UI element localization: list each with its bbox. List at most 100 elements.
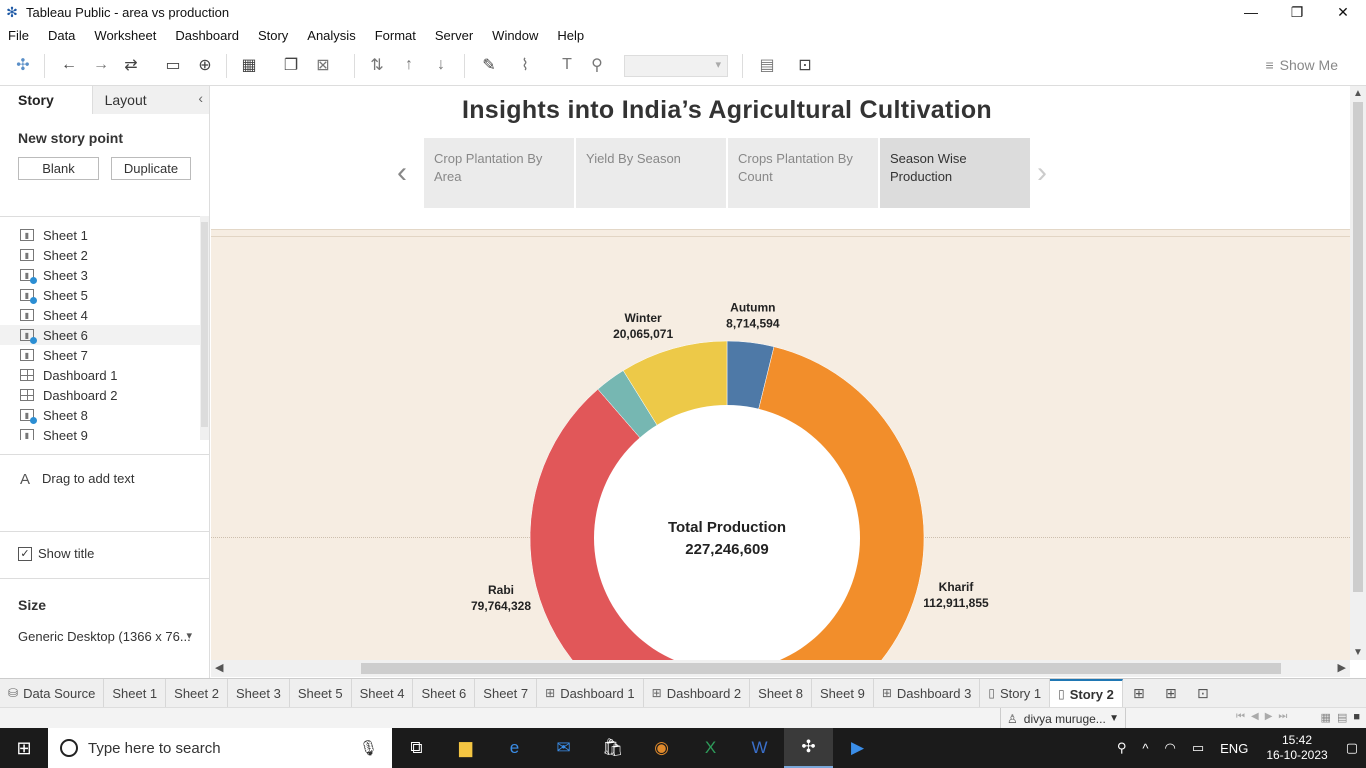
new-data-source-icon[interactable]: ⊕: [194, 54, 216, 76]
maximize-button[interactable]: ❐: [1274, 0, 1320, 24]
tab-story[interactable]: Story: [0, 86, 92, 114]
sheet-list-item[interactable]: ▮ Sheet 9: [0, 425, 200, 440]
new-dashboard-tab-icon[interactable]: ⊞: [1155, 679, 1187, 708]
menu-window[interactable]: Window: [492, 28, 538, 43]
menu-story[interactable]: Story: [258, 28, 288, 43]
fix-axes-icon[interactable]: ⚲: [586, 54, 608, 76]
sort-descending-icon[interactable]: ↓: [430, 54, 452, 76]
previous-story-point-arrow[interactable]: ‹: [397, 156, 407, 190]
story-point-1[interactable]: Crop Plantation By Area: [424, 138, 574, 208]
sheet-list-item[interactable]: ▮ Sheet 7: [0, 345, 200, 365]
sheet-tab[interactable]: Sheet 5: [290, 678, 352, 708]
menu-format[interactable]: Format: [375, 28, 416, 43]
menu-data[interactable]: Data: [48, 28, 75, 43]
sheet-list-item[interactable]: Dashboard 1: [0, 365, 200, 385]
sheet-tab[interactable]: Sheet 9: [812, 678, 874, 708]
edge-browser-icon[interactable]: e: [490, 728, 539, 768]
sheet-tab[interactable]: ▯ Story 2: [1050, 678, 1123, 708]
show-hidden-icons-icon[interactable]: ^: [1142, 741, 1148, 756]
sheet-list-item[interactable]: ▮ Sheet 4: [0, 305, 200, 325]
tableau-home-icon[interactable]: ✣: [12, 54, 34, 76]
new-worksheet-icon[interactable]: ▦: [238, 54, 260, 76]
tab-layout[interactable]: Layout: [91, 86, 209, 114]
menu-server[interactable]: Server: [435, 28, 473, 43]
highlight-icon[interactable]: ✎: [478, 54, 500, 76]
people-icon[interactable]: ⚲: [1117, 740, 1127, 756]
sort-ascending-icon[interactable]: ↑: [398, 54, 420, 76]
view-mode-icons[interactable]: ▦ ▤ ■: [1321, 711, 1360, 724]
story-point-2[interactable]: Yield By Season: [576, 138, 726, 208]
close-button[interactable]: ✕: [1320, 0, 1366, 24]
scroll-left-icon[interactable]: ◀: [215, 661, 223, 674]
sheet-tab[interactable]: ⊞ Dashboard 2: [644, 678, 751, 708]
duplicate-sheet-icon[interactable]: ❐: [280, 54, 302, 76]
undo-icon[interactable]: ←: [58, 54, 80, 76]
file-explorer-icon[interactable]: ▆: [441, 728, 490, 768]
show-cards-icon[interactable]: ▤: [756, 54, 778, 76]
grid-view-icon[interactable]: ▦: [1321, 711, 1331, 724]
battery-icon[interactable]: ▭: [1192, 740, 1204, 756]
sheet-tab[interactable]: Sheet 4: [352, 678, 414, 708]
show-title-checkbox[interactable]: ✓ Show title: [18, 546, 94, 561]
menu-worksheet[interactable]: Worksheet: [94, 28, 156, 43]
user-account-menu[interactable]: ♙ divya muruge... ▼: [1000, 708, 1126, 729]
scroll-up-icon[interactable]: ▲: [1353, 88, 1363, 99]
sheet-list-scrollbar[interactable]: [200, 216, 209, 440]
language-indicator[interactable]: ENG: [1220, 741, 1248, 756]
sheet-list-item[interactable]: ▮ Sheet 1: [0, 225, 200, 245]
menu-help[interactable]: Help: [557, 28, 584, 43]
sheet-tab[interactable]: Sheet 8: [750, 678, 812, 708]
size-dropdown[interactable]: Generic Desktop (1366 x 76...: [18, 629, 192, 644]
swap-icon[interactable]: ⇅: [366, 54, 388, 76]
windows-start-icon[interactable]: ⊞: [0, 728, 48, 768]
sheet-tab[interactable]: ▯ Story 1: [980, 678, 1051, 708]
new-story-tab-icon[interactable]: ⊡: [1187, 679, 1219, 708]
new-worksheet-tab-icon[interactable]: ⊞: [1123, 679, 1155, 708]
drag-to-add-text[interactable]: A Drag to add text: [0, 454, 209, 532]
sheet-tab[interactable]: Sheet 2: [166, 678, 228, 708]
sheet-list-item[interactable]: ▮ Sheet 3: [0, 265, 200, 285]
word-icon[interactable]: W: [735, 728, 784, 768]
minimize-button[interactable]: —: [1228, 0, 1274, 24]
scroll-down-icon[interactable]: ▼: [1353, 647, 1363, 658]
menu-file[interactable]: File: [8, 28, 29, 43]
story-point-3[interactable]: Crops Plantation By Count: [728, 138, 878, 208]
tableau-taskbar-icon[interactable]: ✣: [784, 728, 833, 768]
replay-icon[interactable]: ⇄: [120, 54, 142, 76]
sheet-tab[interactable]: Sheet 1: [104, 678, 167, 708]
collapse-pane-icon[interactable]: ‹: [198, 90, 203, 106]
duplicate-button[interactable]: Duplicate: [111, 157, 191, 180]
app-icon[interactable]: ◉: [637, 728, 686, 768]
media-player-icon[interactable]: ▶: [833, 728, 882, 768]
sheet-tab[interactable]: ⊞ Dashboard 3: [874, 678, 981, 708]
season-production-donut-chart[interactable]: Total Production 227,246,609 Autumn 8,714…: [211, 230, 1350, 660]
sheet-tab[interactable]: Sheet 3: [228, 678, 290, 708]
tabs-view-icon[interactable]: ■: [1353, 711, 1360, 724]
taskbar-clock[interactable]: 15:42 16-10-2023: [1266, 733, 1327, 763]
sheet-list-item[interactable]: Dashboard 2: [0, 385, 200, 405]
sheet-tab[interactable]: Sheet 7: [475, 678, 538, 708]
presentation-mode-icon[interactable]: ⊡: [794, 54, 816, 76]
blank-button[interactable]: Blank: [18, 157, 99, 180]
sheet-list-item[interactable]: ▮ Sheet 2: [0, 245, 200, 265]
taskbar-search-box[interactable]: Type here to search 🎙: [48, 728, 392, 768]
show-me-button[interactable]: ≡ Show Me: [1265, 57, 1338, 73]
next-story-point-arrow[interactable]: ›: [1037, 156, 1047, 190]
task-view-icon[interactable]: ⧉: [392, 728, 441, 768]
horizontal-scrollbar[interactable]: ◀ ▶: [211, 660, 1350, 677]
menu-dashboard[interactable]: Dashboard: [175, 28, 239, 43]
labels-icon[interactable]: T: [556, 54, 578, 76]
fit-dropdown[interactable]: [624, 55, 728, 77]
menu-analysis[interactable]: Analysis: [307, 28, 355, 43]
save-icon[interactable]: ▭: [162, 54, 184, 76]
sheet-tab[interactable]: ⛁ Data Source: [0, 678, 105, 708]
excel-icon[interactable]: X: [686, 728, 735, 768]
notification-icon[interactable]: ▢: [1346, 740, 1358, 756]
network-icon[interactable]: ◠: [1165, 740, 1176, 756]
vertical-scrollbar[interactable]: ▲ ▼: [1350, 86, 1366, 660]
redo-icon[interactable]: →: [90, 54, 112, 76]
sheet-tab[interactable]: ⊞ Dashboard 1: [537, 678, 644, 708]
mail-icon[interactable]: ✉: [539, 728, 588, 768]
clear-sheet-icon[interactable]: ⊠: [312, 54, 334, 76]
microphone-icon[interactable]: 🎙: [359, 739, 378, 757]
